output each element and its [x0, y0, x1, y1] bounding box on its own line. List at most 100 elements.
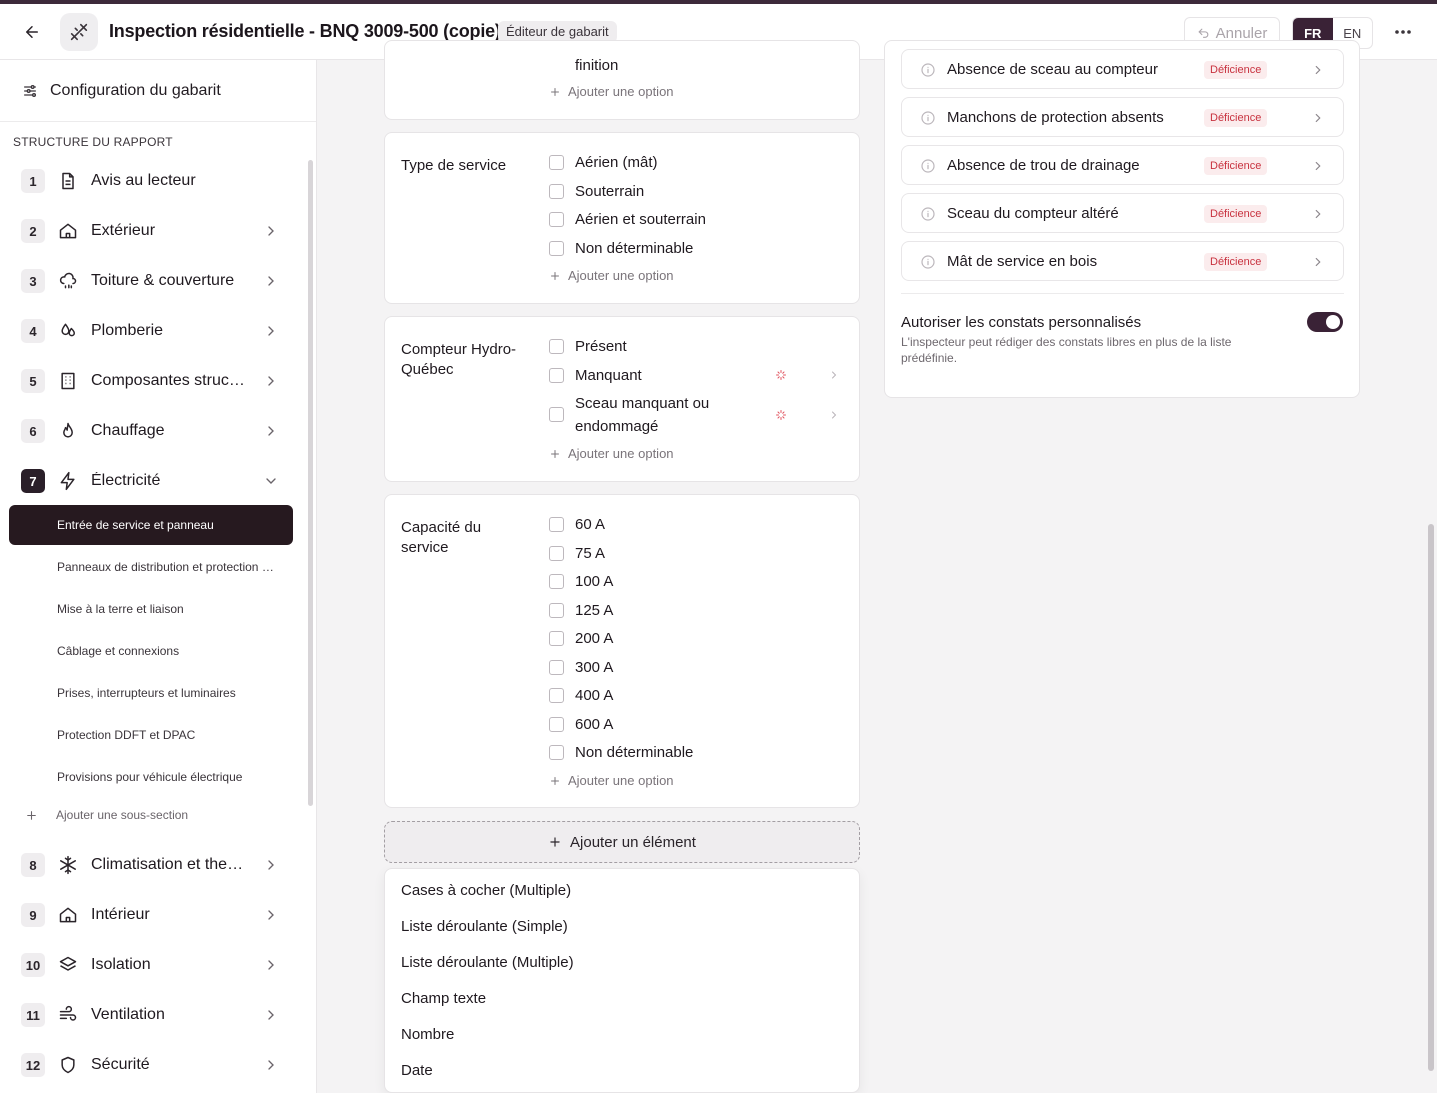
- option-item[interactable]: Manquant: [549, 364, 642, 387]
- checkbox[interactable]: [549, 631, 564, 646]
- option-item[interactable]: Sceau manquant ou endommagé: [549, 392, 729, 438]
- option-item[interactable]: Aérien (mât): [549, 151, 658, 174]
- option-label: Présent: [575, 338, 627, 355]
- checkbox[interactable]: [549, 407, 564, 422]
- severity-badge: Déficience: [1204, 205, 1268, 223]
- menu-item-number[interactable]: Nombre: [401, 1026, 454, 1043]
- option-item[interactable]: 400 A: [549, 684, 613, 707]
- checkbox[interactable]: [549, 660, 564, 675]
- section-item-5[interactable]: 5 Composantes structurales: [21, 363, 291, 399]
- option-item[interactable]: Non déterminable: [549, 741, 693, 764]
- add-option-button[interactable]: Ajouter une option: [549, 84, 674, 99]
- section-number: 8: [21, 853, 45, 877]
- checkbox[interactable]: [549, 745, 564, 760]
- option-label: 125 A: [575, 602, 614, 619]
- checkbox[interactable]: [549, 339, 564, 354]
- more-options-button[interactable]: [1388, 18, 1418, 46]
- option-item[interactable]: 600 A: [549, 713, 613, 736]
- chevron-right-icon[interactable]: [828, 409, 840, 421]
- option-item[interactable]: Aérien et souterrain: [549, 208, 706, 231]
- menu-item-checkbox-multiple[interactable]: Cases à cocher (Multiple): [401, 882, 571, 899]
- add-option-button[interactable]: Ajouter une option: [549, 773, 674, 788]
- add-option-button[interactable]: Ajouter une option: [549, 268, 674, 283]
- chevron-right-icon[interactable]: [828, 369, 840, 381]
- info-icon: [921, 255, 935, 269]
- option-label: Manquant: [575, 367, 642, 384]
- section-item-6[interactable]: 6 Chauffage: [21, 413, 291, 449]
- custom-findings-toggle[interactable]: [1307, 312, 1343, 332]
- subsection-label: Panneaux de distribution et protection c…: [57, 560, 279, 574]
- option-item[interactable]: 125 A: [549, 599, 613, 622]
- finding-item[interactable]: Manchons de protection absents Déficienc…: [901, 97, 1344, 137]
- option-item[interactable]: 75 A: [549, 542, 605, 565]
- wind-icon: [57, 1004, 79, 1026]
- option-item[interactable]: Présent: [549, 335, 627, 358]
- option-item[interactable]: Non déterminable: [549, 237, 693, 260]
- option-item[interactable]: 60 A: [549, 513, 605, 536]
- subsection-item-distribution-panels[interactable]: Panneaux de distribution et protection c…: [9, 547, 293, 587]
- menu-item-text-field[interactable]: Champ texte: [401, 990, 486, 1007]
- house-icon: [57, 220, 79, 242]
- field-card-hydro-meter: Compteur Hydro-Québec Présent Manquant S…: [384, 316, 860, 482]
- section-item-4[interactable]: 4 Plomberie: [21, 313, 291, 349]
- section-item-3[interactable]: 3 Toiture & couverture: [21, 263, 291, 299]
- section-item-8[interactable]: 8 Climatisation et thermopompes: [21, 847, 291, 883]
- plus-icon: [27, 810, 36, 820]
- template-config-link[interactable]: Configuration du gabarit: [0, 60, 316, 122]
- section-item-11[interactable]: 11 Ventilation: [21, 997, 291, 1033]
- menu-item-dropdown-multiple[interactable]: Liste déroulante (Multiple): [401, 954, 574, 971]
- section-item-1[interactable]: 1 Avis au lecteur: [21, 163, 291, 199]
- menu-item-dropdown-single[interactable]: Liste déroulante (Simple): [401, 918, 568, 935]
- main-scrollbar[interactable]: [1428, 524, 1434, 1071]
- checkbox[interactable]: [549, 155, 564, 170]
- option-item[interactable]: Souterrain: [549, 180, 644, 203]
- chevron-right-icon: [1315, 65, 1321, 75]
- back-button[interactable]: [18, 18, 46, 46]
- option-item[interactable]: 100 A: [549, 570, 613, 593]
- section-item-2[interactable]: 2 Extérieur: [21, 213, 291, 249]
- add-element-button[interactable]: Ajouter un élément: [384, 821, 860, 863]
- flame-icon: [57, 420, 79, 442]
- field-card-service-type: Type de service Aérien (mât) Souterrain …: [384, 132, 860, 304]
- chevron-right-icon: [1315, 161, 1321, 171]
- checkbox[interactable]: [549, 546, 564, 561]
- checkbox[interactable]: [549, 688, 564, 703]
- section-item-7[interactable]: 7 Électricité: [21, 463, 291, 499]
- subsection-item-ev[interactable]: Provisions pour véhicule électrique: [9, 757, 293, 797]
- section-label: Intérieur: [91, 906, 150, 923]
- checkbox[interactable]: [549, 368, 564, 383]
- finding-item[interactable]: Mât de service en bois Déficience: [901, 241, 1344, 281]
- menu-item-date[interactable]: Date: [401, 1062, 433, 1079]
- checkbox[interactable]: [549, 517, 564, 532]
- checkbox[interactable]: [549, 603, 564, 618]
- chevron-right-icon: [268, 326, 274, 336]
- section-item-12[interactable]: 12 Sécurité: [21, 1047, 291, 1083]
- option-item[interactable]: 300 A: [549, 656, 613, 679]
- finding-label: Sceau du compteur altéré: [947, 204, 1119, 222]
- add-option-button[interactable]: Ajouter une option: [549, 446, 674, 461]
- finding-item[interactable]: Absence de sceau au compteur Déficience: [901, 49, 1344, 89]
- subsection-item-outlets[interactable]: Prises, interrupteurs et luminaires: [9, 673, 293, 713]
- subsection-item-wiring[interactable]: Câblage et connexions: [9, 631, 293, 671]
- section-number: 3: [21, 269, 45, 293]
- subsection-item-service-entrance[interactable]: Entrée de service et panneau: [9, 505, 293, 545]
- section-item-9[interactable]: 9 Intérieur: [21, 897, 291, 933]
- subsection-label: Prises, interrupteurs et luminaires: [57, 686, 236, 700]
- checkbox[interactable]: [549, 184, 564, 199]
- checkbox[interactable]: [549, 212, 564, 227]
- subsection-item-gfci[interactable]: Protection DDFT et DPAC: [9, 715, 293, 755]
- add-subsection-button[interactable]: Ajouter une sous-section: [25, 808, 188, 822]
- add-option-label: Ajouter une option: [568, 446, 674, 461]
- finding-item[interactable]: Absence de trou de drainage Déficience: [901, 145, 1344, 185]
- sidebar-scrollbar[interactable]: [308, 160, 313, 806]
- section-item-10[interactable]: 10 Isolation: [21, 947, 291, 983]
- checkbox[interactable]: [549, 241, 564, 256]
- more-horizontal-icon: [1395, 30, 1411, 34]
- checkbox[interactable]: [549, 574, 564, 589]
- add-option-label: Ajouter une option: [568, 268, 674, 283]
- checkbox[interactable]: [549, 717, 564, 732]
- finding-item[interactable]: Sceau du compteur altéré Déficience: [901, 193, 1344, 233]
- option-label: Souterrain: [575, 183, 645, 200]
- option-item[interactable]: 200 A: [549, 627, 613, 650]
- subsection-item-grounding[interactable]: Mise à la terre et liaison: [9, 589, 293, 629]
